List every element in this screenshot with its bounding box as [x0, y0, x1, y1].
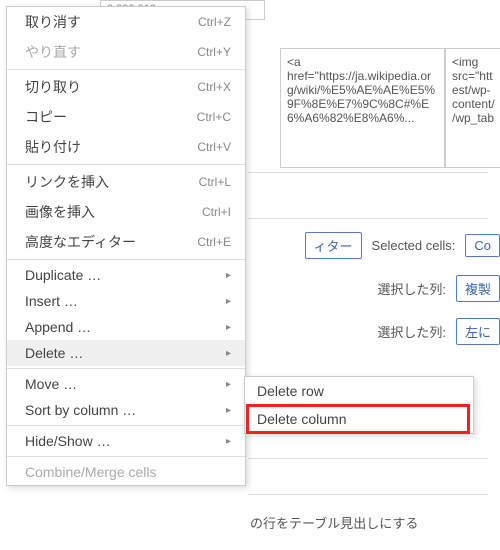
- context-menu: 取り消す Ctrl+Z やり直す Ctrl+Y 切り取り Ctrl+X コピー …: [6, 6, 246, 486]
- menu-separator: [7, 69, 245, 70]
- editor-button[interactable]: ィター: [305, 232, 362, 259]
- menu-combine[interactable]: Combine/Merge cells: [7, 459, 245, 485]
- menu-shortcut: Ctrl+X: [197, 80, 231, 94]
- menu-redo[interactable]: やり直す Ctrl+Y: [7, 37, 245, 67]
- menu-label: Combine/Merge cells: [25, 464, 157, 480]
- selected-cells-button[interactable]: Co: [465, 234, 500, 257]
- chevron-right-icon: ▸: [226, 379, 231, 390]
- selected-col-label: 選択した列:: [377, 279, 446, 298]
- menu-shortcut: Ctrl+I: [202, 205, 231, 219]
- menu-label: 画像を挿入: [25, 202, 95, 222]
- table-cell[interactable]: <img src="htt est/wp- content/ /wp_tab: [445, 48, 500, 168]
- menu-label: Delete row: [257, 383, 324, 399]
- menu-shortcut: Ctrl+Y: [197, 45, 231, 59]
- menu-delete[interactable]: Delete … ▸: [7, 340, 245, 366]
- chevron-right-icon: ▸: [226, 270, 231, 281]
- menu-copy[interactable]: コピー Ctrl+C: [7, 102, 245, 132]
- chevron-right-icon: ▸: [226, 322, 231, 333]
- menu-separator: [7, 456, 245, 457]
- menu-label: Append …: [25, 319, 91, 335]
- menu-shortcut: Ctrl+V: [197, 140, 231, 154]
- menu-paste[interactable]: 貼り付け Ctrl+V: [7, 132, 245, 162]
- menu-separator: [7, 164, 245, 165]
- menu-insert-link[interactable]: リンクを挿入 Ctrl+L: [7, 167, 245, 197]
- menu-insert[interactable]: Insert … ▸: [7, 288, 245, 314]
- menu-undo[interactable]: 取り消す Ctrl+Z: [7, 7, 245, 37]
- footer-checkbox-label: の行をテーブル見出しにする: [250, 513, 418, 532]
- table-cell[interactable]: <a href="https://ja.wikipedia.org/wiki/%…: [280, 48, 445, 168]
- menu-move[interactable]: Move … ▸: [7, 371, 245, 397]
- menu-shortcut: Ctrl+C: [197, 110, 231, 124]
- menu-cut[interactable]: 切り取り Ctrl+X: [7, 72, 245, 102]
- menu-label: Sort by column …: [25, 402, 136, 418]
- menu-label: 取り消す: [25, 12, 81, 32]
- menu-separator: [7, 368, 245, 369]
- menu-label: リンクを挿入: [25, 172, 109, 192]
- menu-advanced-editor[interactable]: 高度なエディター Ctrl+E: [7, 227, 245, 257]
- duplicate-col-button[interactable]: 複製: [456, 275, 500, 302]
- menu-label: Insert …: [25, 293, 78, 309]
- delete-submenu: Delete row Delete column: [244, 376, 474, 434]
- menu-shortcut: Ctrl+Z: [198, 15, 231, 29]
- selected-cells-label: Selected cells:: [372, 238, 456, 253]
- menu-label: Delete column: [257, 411, 347, 427]
- submenu-delete-row[interactable]: Delete row: [245, 377, 473, 405]
- menu-label: 切り取り: [25, 77, 81, 97]
- menu-hideshow[interactable]: Hide/Show … ▸: [7, 428, 245, 454]
- chevron-right-icon: ▸: [226, 405, 231, 416]
- menu-label: Delete …: [25, 345, 83, 361]
- chevron-right-icon: ▸: [226, 296, 231, 307]
- menu-label: やり直す: [25, 42, 81, 62]
- menu-sort[interactable]: Sort by column … ▸: [7, 397, 245, 423]
- menu-duplicate[interactable]: Duplicate … ▸: [7, 262, 245, 288]
- menu-label: コピー: [25, 107, 67, 127]
- menu-shortcut: Ctrl+L: [199, 175, 231, 189]
- menu-label: Duplicate …: [25, 267, 101, 283]
- menu-label: Move …: [25, 376, 77, 392]
- menu-separator: [7, 425, 245, 426]
- menu-separator: [7, 259, 245, 260]
- menu-insert-image[interactable]: 画像を挿入 Ctrl+I: [7, 197, 245, 227]
- menu-label: 高度なエディター: [25, 232, 136, 252]
- menu-append[interactable]: Append … ▸: [7, 314, 245, 340]
- insert-left-button[interactable]: 左に: [456, 318, 500, 345]
- selected-col-label: 選択した列:: [377, 322, 446, 341]
- menu-label: Hide/Show …: [25, 433, 111, 449]
- submenu-delete-column[interactable]: Delete column: [245, 405, 473, 433]
- chevron-right-icon: ▸: [226, 436, 231, 447]
- chevron-right-icon: ▸: [226, 348, 231, 359]
- menu-shortcut: Ctrl+E: [197, 235, 231, 249]
- side-panel: ィター Selected cells: Co 選択した列: 複製 選択した列: …: [290, 224, 500, 353]
- menu-label: 貼り付け: [25, 137, 81, 157]
